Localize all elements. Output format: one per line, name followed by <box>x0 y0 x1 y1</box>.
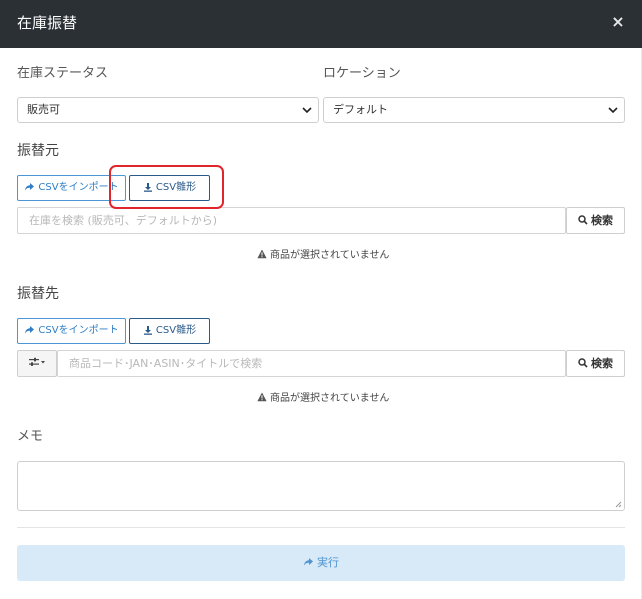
destination-empty-notice: 商品が選択されていません <box>257 392 389 406</box>
destination-search-input[interactable]: 商品コード･JAN･ASIN･タイトルで検索 <box>57 350 566 377</box>
destination-import-label: CSVをインポート <box>38 325 119 336</box>
dialog-header: 在庫振替 × <box>0 0 642 48</box>
chevron-down-icon <box>608 107 618 114</box>
status-label: 在庫ステータス <box>17 66 109 81</box>
memo-textarea[interactable] <box>17 461 625 511</box>
resize-handle-icon[interactable] <box>614 500 622 508</box>
share-icon <box>25 183 35 191</box>
destination-search-label: 検索 <box>591 357 613 370</box>
source-import-label: CSVをインポート <box>38 182 119 193</box>
close-icon[interactable]: × <box>608 12 628 32</box>
memo-label: メモ <box>17 429 44 444</box>
destination-title: 振替先 <box>17 286 59 302</box>
source-import-button[interactable]: CSVをインポート <box>17 175 126 201</box>
warning-icon <box>257 249 267 259</box>
execute-label: 実行 <box>317 556 339 569</box>
source-empty-notice: 商品が選択されていません <box>257 249 389 263</box>
destination-template-button[interactable]: CSV雛形 <box>129 318 210 344</box>
location-select[interactable]: デフォルト <box>323 97 625 123</box>
status-select[interactable]: 販売可 <box>17 97 319 123</box>
source-search-label: 検索 <box>591 214 613 227</box>
execute-button[interactable]: 実行 <box>17 545 625 581</box>
source-empty-notice-text: 商品が選択されていません <box>270 250 390 261</box>
source-template-label: CSV雛形 <box>155 182 197 193</box>
share-icon <box>304 558 313 566</box>
status-select-value: 販売可 <box>27 103 60 116</box>
destination-empty-notice-text: 商品が選択されていません <box>270 393 390 404</box>
download-icon <box>143 183 152 192</box>
sliders-icon <box>29 357 45 366</box>
share-icon <box>25 326 35 334</box>
destination-import-button[interactable]: CSVをインポート <box>17 318 126 344</box>
destination-search-button[interactable]: 検索 <box>566 350 625 377</box>
source-search-input[interactable]: 在庫を検索 (販売可、デフォルトから) <box>17 207 566 234</box>
location-select-value: デフォルト <box>333 103 388 116</box>
warning-icon <box>257 392 267 402</box>
download-icon <box>143 326 152 335</box>
source-title: 振替元 <box>17 143 59 159</box>
dialog-title: 在庫振替 <box>17 14 78 32</box>
source-template-button[interactable]: CSV雛形 <box>129 175 210 201</box>
filter-dropdown-button[interactable] <box>17 350 57 377</box>
chevron-down-icon <box>302 107 312 114</box>
destination-template-label: CSV雛形 <box>155 325 197 336</box>
search-icon <box>578 215 588 225</box>
location-label: ロケーション <box>323 66 401 81</box>
source-search-button[interactable]: 検索 <box>566 207 625 234</box>
search-icon <box>578 358 588 368</box>
divider <box>17 527 625 528</box>
